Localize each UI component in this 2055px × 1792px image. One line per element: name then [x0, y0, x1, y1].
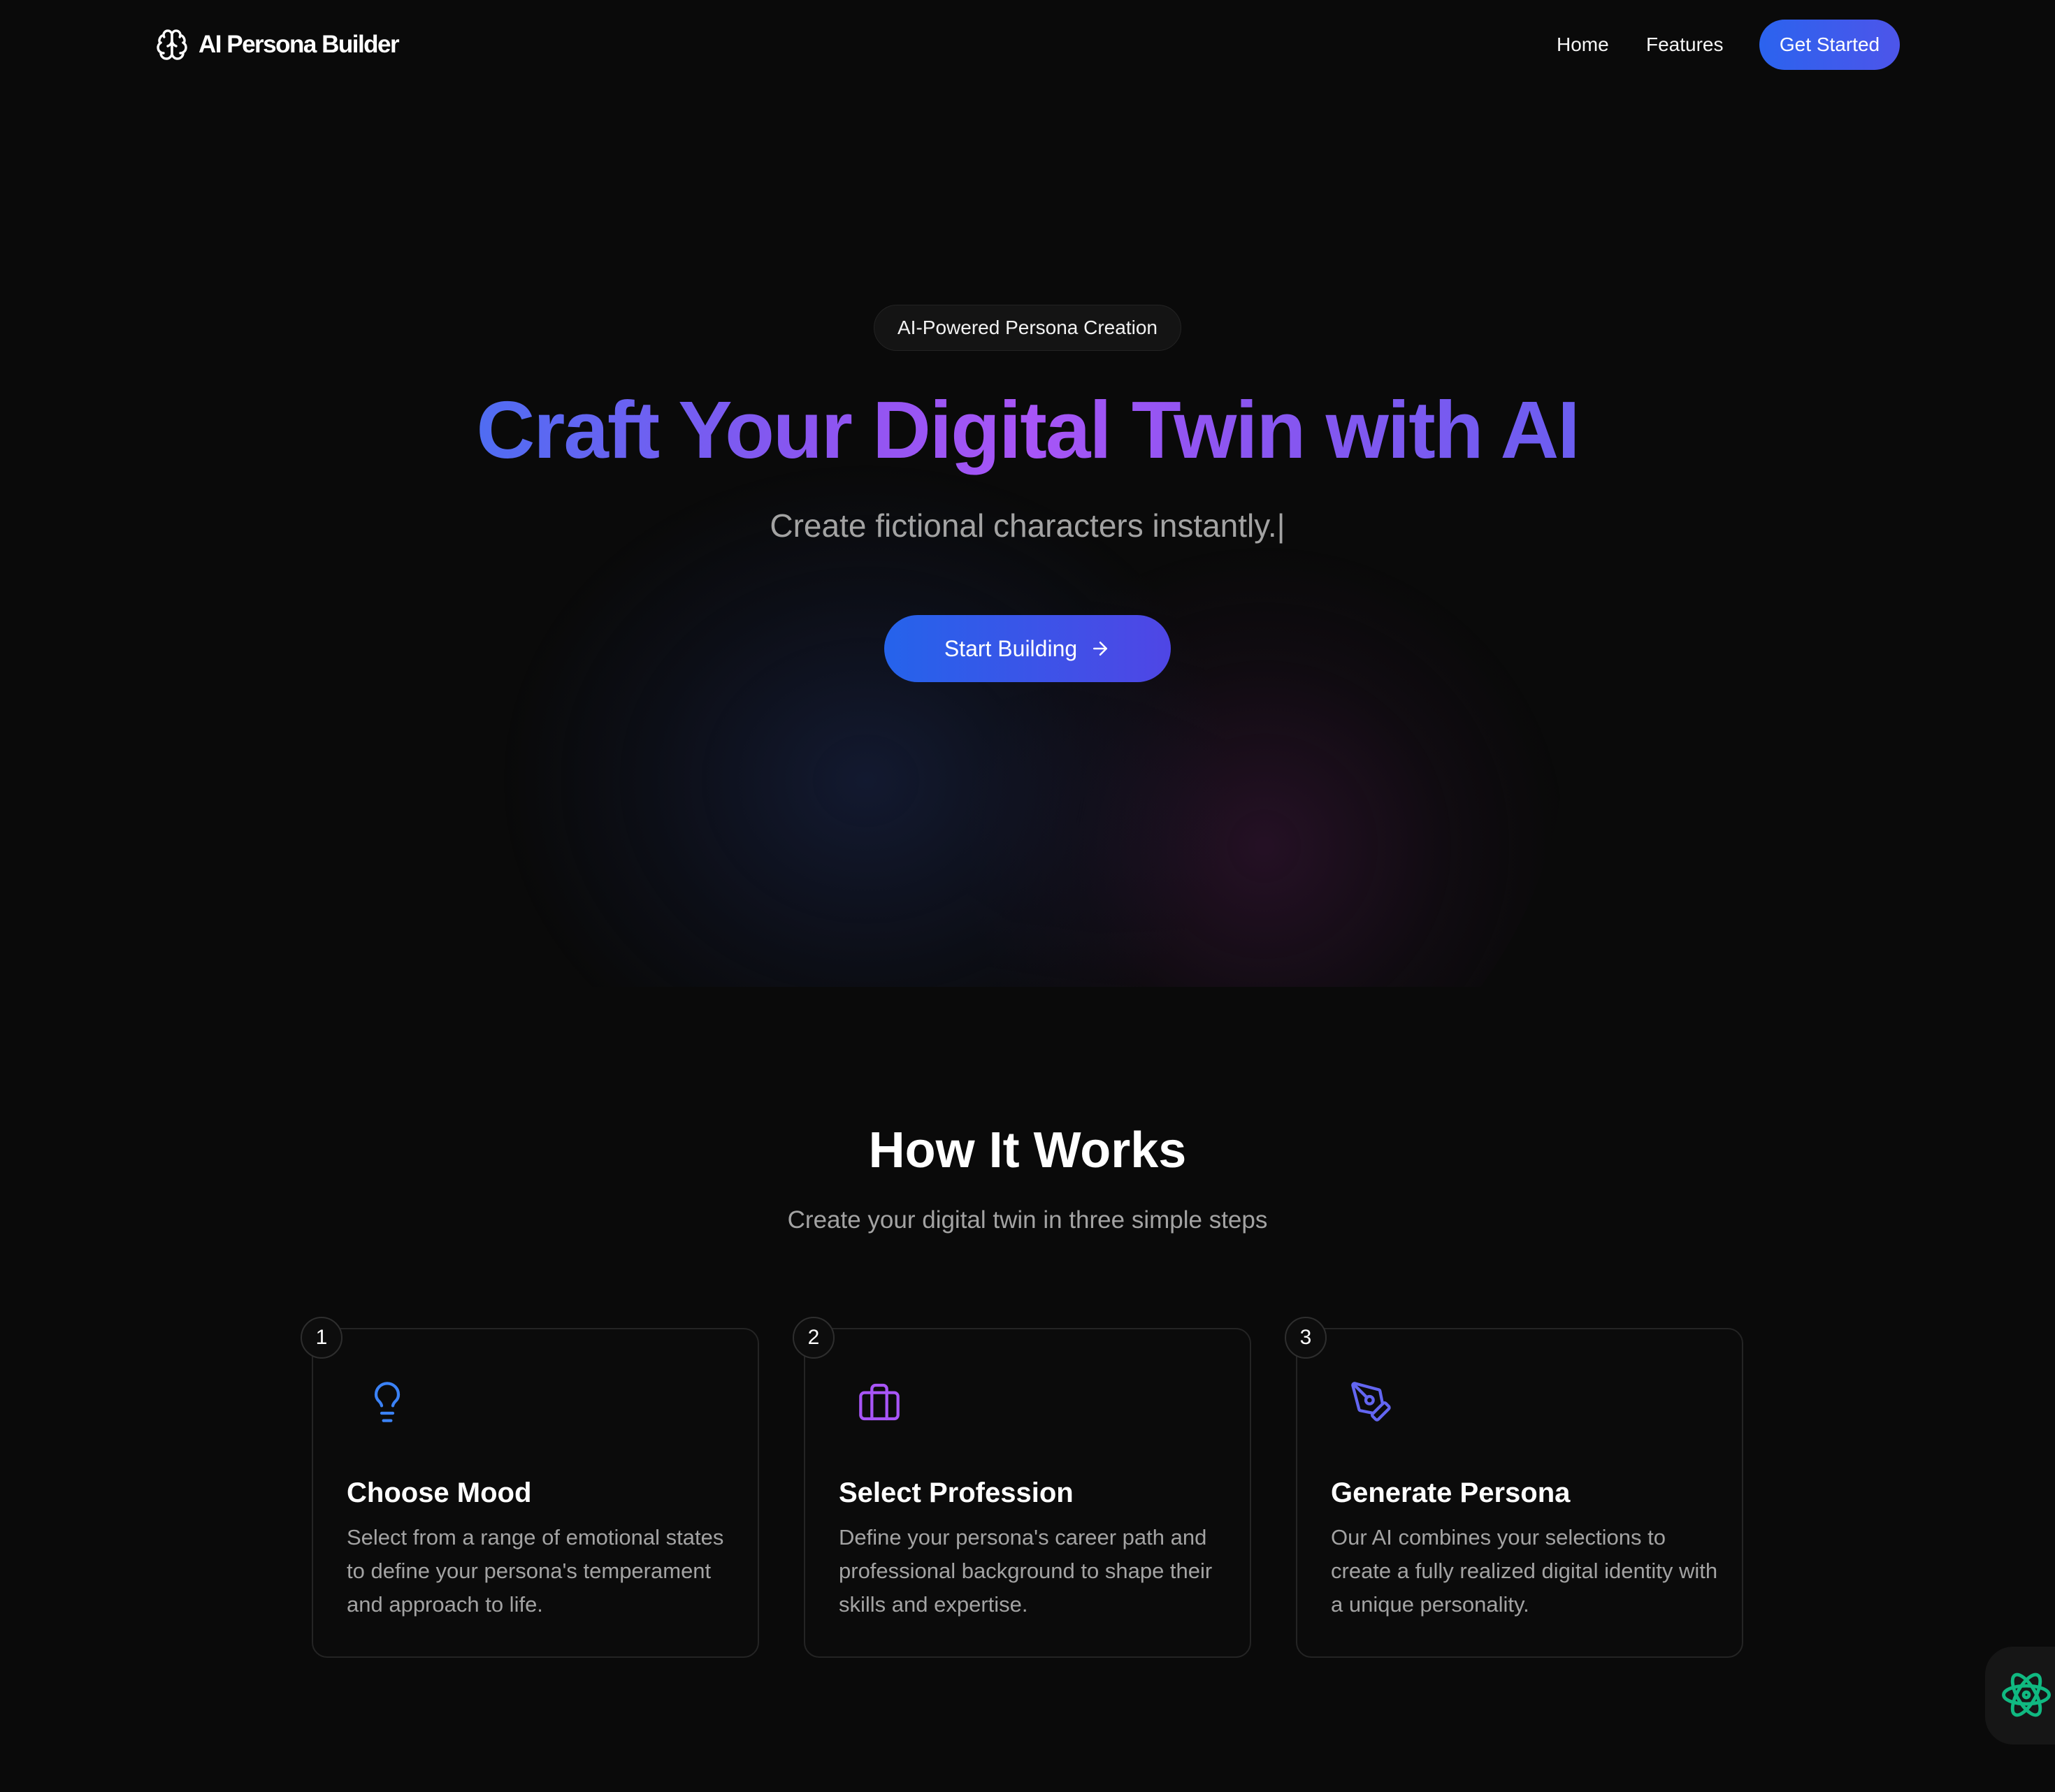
nav-link-features[interactable]: Features [1646, 28, 1724, 62]
start-building-label: Start Building [944, 635, 1078, 661]
step-title: Generate Persona [1331, 1477, 1571, 1508]
step-description: Define your persona's career path and pr… [839, 1525, 1213, 1617]
hero-subtitle: Create fictional characters instantly.| [0, 502, 2055, 549]
section-subtitle: Create your digital twin in three simple… [787, 1206, 1268, 1234]
step-card-select-profession: 2 Select Profession Define your persona'… [793, 1317, 1251, 1658]
step-number-badge: 1 [301, 1317, 342, 1359]
hero-badge: AI-Powered Persona Creation [874, 305, 1181, 351]
brand-name: AI Persona Builder [199, 31, 400, 58]
step-description: Our AI combines your selections to creat… [1331, 1525, 1718, 1617]
arrow-right-icon [1093, 642, 1108, 656]
step-card-generate-persona: 3 Generate Persona Our AI combines your … [1285, 1317, 1743, 1658]
react-atom-icon [2002, 1672, 2051, 1717]
step-description: Select from a range of emotional states … [347, 1525, 724, 1617]
brand-logo[interactable]: AI Persona Builder [155, 25, 400, 64]
step-number-badge: 3 [1285, 1317, 1327, 1359]
get-started-button[interactable]: Get Started [1759, 20, 1900, 70]
nav-link-home[interactable]: Home [1557, 28, 1609, 62]
briefcase-icon [859, 1383, 900, 1421]
pen-tool-icon [1351, 1382, 1391, 1422]
floating-assistant-button[interactable] [1985, 1647, 2055, 1744]
brain-icon [157, 29, 187, 60]
step-card-choose-mood: 1 Choose Mood Select from a range of emo… [301, 1317, 759, 1658]
top-nav: AI Persona Builder Home Features Get Sta… [0, 0, 2055, 89]
hero-subtitle-text: Create fictional characters instantly. [770, 507, 1277, 544]
step-title: Select Profession [839, 1477, 1074, 1508]
hero-title: Craft Your Digital Twin with AI [0, 377, 2055, 482]
start-building-button[interactable]: Start Building [884, 615, 1171, 682]
section-title: How It Works [868, 1122, 1187, 1178]
step-number-badge: 2 [793, 1317, 835, 1359]
hero-title-text: Craft Your Digital Twin with AI [476, 384, 1580, 475]
step-title: Choose Mood [347, 1477, 532, 1508]
typing-cursor: | [1276, 507, 1285, 544]
lightbulb-icon [374, 1382, 401, 1422]
